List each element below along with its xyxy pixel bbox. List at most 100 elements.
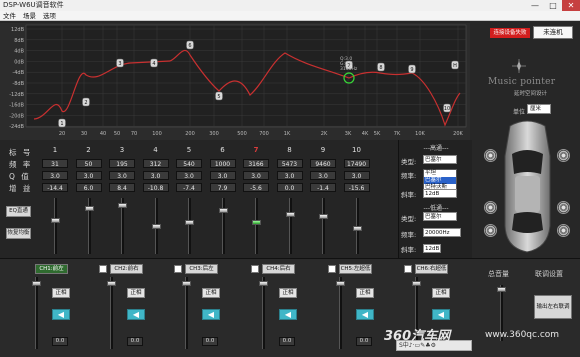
band-gain-field[interactable]: 0.0: [276, 183, 303, 192]
channel-phase-button[interactable]: 正相: [356, 288, 374, 298]
eq-band-marker[interactable]: H: [451, 60, 459, 70]
band-gain-slider-knob[interactable]: [84, 206, 94, 211]
eq-reset-button[interactable]: 恢复均衡: [6, 228, 31, 239]
eq-band-marker[interactable]: 9: [408, 64, 416, 74]
close-button[interactable]: ✕: [562, 0, 580, 11]
eq-graph[interactable]: 12dB 8dB 4dB 0dB -4dB -8dB -12dB -16dB -20dB -24d…: [0, 23, 470, 140]
channel-phase-button[interactable]: 正相: [279, 288, 297, 298]
speaker-front-right-icon[interactable]: [557, 149, 570, 162]
band-gain-slider-knob[interactable]: [118, 203, 127, 208]
band-gain-field[interactable]: -15.6: [343, 183, 370, 192]
connect-button[interactable]: 未连机: [533, 26, 573, 39]
band-q-field[interactable]: 3.0: [276, 171, 303, 180]
channel-link-checkbox[interactable]: [251, 265, 259, 273]
channel-link-checkbox[interactable]: [174, 265, 182, 273]
speaker-rear-right-icon[interactable]: [557, 201, 570, 214]
band-q-field[interactable]: 3.0: [176, 171, 202, 180]
eq-band-marker[interactable]: 10: [443, 103, 451, 113]
eq-band-marker[interactable]: 1: [58, 118, 66, 128]
channel-select-button[interactable]: CH6:右超低: [415, 264, 448, 274]
eq-band-marker[interactable]: 3: [116, 58, 124, 68]
channel-select-button[interactable]: CH1:前左: [35, 264, 68, 274]
band-gain-field[interactable]: -1.4: [310, 183, 336, 192]
eq-band-marker[interactable]: 6: [186, 40, 194, 50]
eq-band-marker[interactable]: 5: [215, 91, 223, 101]
channel-speaker-icon[interactable]: ◀: [52, 309, 70, 320]
channel-phase-button[interactable]: 正相: [432, 288, 450, 298]
band-frequency-field[interactable]: 50: [75, 159, 102, 168]
channel-volume-knob[interactable]: [182, 281, 191, 286]
channel-speaker-icon[interactable]: ◀: [202, 309, 220, 320]
speaker-rear-left-icon[interactable]: [484, 201, 497, 214]
band-gain-field[interactable]: 6.0: [75, 183, 102, 192]
channel-link-checkbox[interactable]: [328, 265, 336, 273]
band-gain-slider-knob[interactable]: [285, 212, 295, 217]
band-frequency-field[interactable]: 1000: [209, 159, 236, 168]
channel-speaker-icon[interactable]: ◀: [356, 309, 374, 320]
lowpass-type-select[interactable]: 巴塞尔: [423, 212, 457, 221]
lowpass-freq-input[interactable]: 20000Hz: [423, 228, 461, 237]
eq-band-marker[interactable]: 8: [377, 62, 385, 72]
unit-select[interactable]: 厘米: [527, 104, 551, 114]
channel-volume-knob[interactable]: [336, 281, 345, 286]
speaker-sub-right-icon[interactable]: [557, 224, 570, 237]
band-q-field[interactable]: 3.0: [243, 171, 269, 180]
band-q-field[interactable]: 3.0: [142, 171, 169, 180]
band-gain-field[interactable]: -10.8: [142, 183, 169, 192]
highpass-type-select[interactable]: 巴塞尔: [423, 155, 457, 164]
band-frequency-field[interactable]: 31: [42, 159, 68, 168]
maximize-button[interactable]: □: [544, 0, 562, 11]
band-q-field[interactable]: 3.0: [109, 171, 135, 180]
channel-select-button[interactable]: CH2:前右: [110, 264, 143, 274]
channel-volume-slider[interactable]: [262, 277, 265, 349]
band-gain-slider-knob[interactable]: [151, 224, 161, 229]
channel-phase-button[interactable]: 正相: [52, 288, 70, 298]
master-volume-knob[interactable]: [497, 287, 506, 292]
channel-volume-knob[interactable]: [259, 281, 268, 286]
band-q-field[interactable]: 3.0: [343, 171, 370, 180]
band-frequency-field[interactable]: 9460: [310, 159, 336, 168]
channel-speaker-icon[interactable]: ◀: [432, 309, 450, 320]
band-gain-slider-knob[interactable]: [352, 226, 362, 231]
eq-band-marker[interactable]: 2: [82, 97, 90, 107]
lowpass-slope-select[interactable]: 12dB: [423, 244, 441, 253]
band-gain-field[interactable]: -14.4: [42, 183, 68, 192]
channel-phase-button[interactable]: 正相: [127, 288, 145, 298]
channel-phase-button[interactable]: 正相: [202, 288, 220, 298]
channel-volume-slider[interactable]: [339, 277, 342, 349]
band-gain-slider-knob[interactable]: [51, 218, 60, 223]
band-q-field[interactable]: 3.0: [75, 171, 102, 180]
channel-volume-slider[interactable]: [185, 277, 188, 349]
band-gain-slider-knob[interactable]: [185, 220, 194, 225]
band-frequency-field[interactable]: 195: [109, 159, 135, 168]
band-frequency-field[interactable]: 3166: [243, 159, 269, 168]
band-frequency-field[interactable]: 312: [142, 159, 169, 168]
band-frequency-field[interactable]: 17490: [343, 159, 370, 168]
channel-link-checkbox[interactable]: [404, 265, 412, 273]
channel-volume-slider[interactable]: [35, 277, 38, 349]
highpass-slope-select[interactable]: 12dB: [423, 189, 457, 198]
band-frequency-field[interactable]: 540: [176, 159, 202, 168]
band-q-field[interactable]: 3.0: [310, 171, 336, 180]
dropdown-option-bessel[interactable]: 巴塞尔: [424, 177, 456, 184]
minimize-button[interactable]: —: [526, 0, 544, 11]
band-gain-field[interactable]: 7.9: [209, 183, 236, 192]
channel-select-button[interactable]: CH4:后右: [262, 264, 295, 274]
band-gain-field[interactable]: -7.4: [176, 183, 202, 192]
channel-volume-knob[interactable]: [412, 281, 421, 286]
channel-volume-slider[interactable]: [110, 277, 113, 349]
menu-file[interactable]: 文件: [3, 11, 16, 20]
channel-volume-knob[interactable]: [32, 281, 41, 286]
band-q-field[interactable]: 3.0: [42, 171, 68, 180]
band-gain-field[interactable]: 8.4: [109, 183, 135, 192]
band-gain-slider[interactable]: [188, 198, 191, 254]
speaker-sub-left-icon[interactable]: [484, 224, 497, 237]
menu-options[interactable]: 选项: [43, 11, 56, 20]
band-q-field[interactable]: 3.0: [209, 171, 236, 180]
band-frequency-field[interactable]: 5473: [276, 159, 303, 168]
speaker-front-left-icon[interactable]: [484, 149, 497, 162]
channel-select-button[interactable]: CH3:后左: [185, 264, 218, 274]
link-lr-button[interactable]: 输出左右联调: [534, 295, 572, 319]
channel-speaker-icon[interactable]: ◀: [127, 309, 145, 320]
band-gain-field[interactable]: -5.6: [243, 183, 269, 192]
